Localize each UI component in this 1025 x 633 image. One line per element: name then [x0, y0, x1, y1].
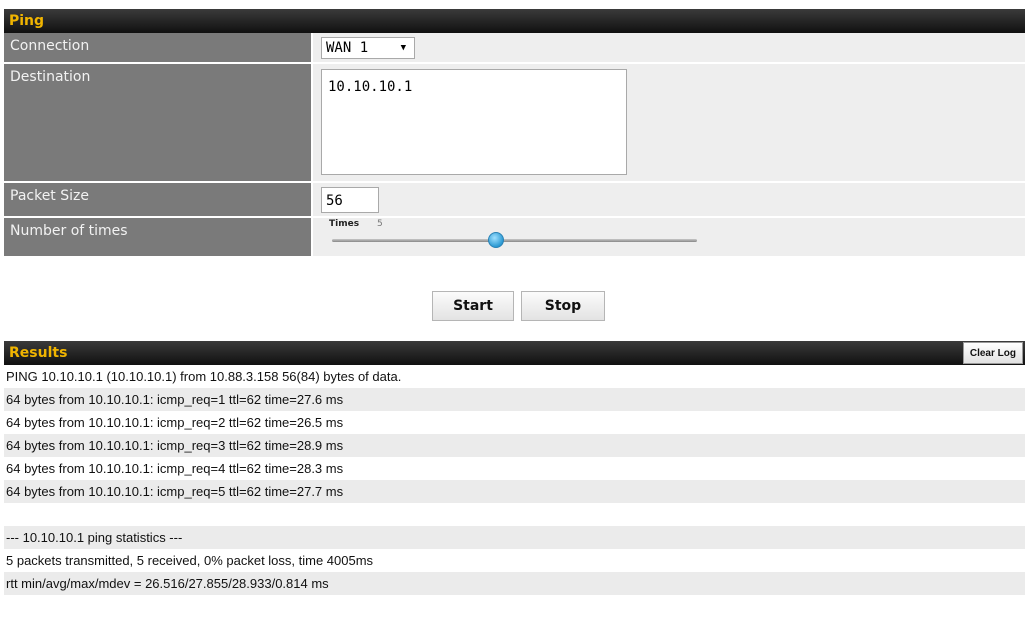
- dropdown-arrow-icon: ▼: [400, 43, 406, 53]
- result-line: 64 bytes from 10.10.10.1: icmp_req=1 ttl…: [4, 388, 1025, 411]
- destination-row: Destination 10.10.10.1: [4, 64, 1025, 183]
- destination-label: Destination: [4, 64, 311, 181]
- slider-value: 5: [377, 219, 383, 229]
- number-of-times-value-cell: Times 5: [311, 218, 1025, 256]
- destination-value-cell: 10.10.10.1: [311, 64, 1025, 181]
- packet-size-input[interactable]: 56: [321, 187, 379, 213]
- ping-header: Ping: [4, 9, 1025, 33]
- result-line: 64 bytes from 10.10.10.1: icmp_req=2 ttl…: [4, 411, 1025, 434]
- connection-value-cell: WAN 1 ▼: [311, 33, 1025, 62]
- results-header: Results Clear Log: [4, 341, 1025, 365]
- clear-log-button[interactable]: Clear Log: [962, 342, 1023, 364]
- results-title: Results: [9, 345, 68, 361]
- connection-label: Connection: [4, 33, 311, 62]
- result-line: [4, 503, 1025, 526]
- ping-panel: Ping Connection WAN 1 ▼ Destination 10.1…: [4, 9, 1025, 256]
- result-line: 64 bytes from 10.10.10.1: icmp_req=4 ttl…: [4, 457, 1025, 480]
- times-slider[interactable]: Times 5: [321, 219, 701, 252]
- number-of-times-label: Number of times: [4, 218, 311, 256]
- results-log: PING 10.10.10.1 (10.10.10.1) from 10.88.…: [4, 365, 1025, 618]
- results-panel: Results Clear Log PING 10.10.10.1 (10.10…: [4, 341, 1025, 618]
- ping-title: Ping: [9, 13, 45, 29]
- result-line: --- 10.10.10.1 ping statistics ---: [4, 526, 1025, 549]
- packet-size-row: Packet Size 56: [4, 183, 1025, 218]
- slider-handle[interactable]: [488, 232, 505, 248]
- slider-track[interactable]: [332, 239, 697, 242]
- packet-size-label: Packet Size: [4, 183, 311, 216]
- result-line: 5 packets transmitted, 5 received, 0% pa…: [4, 549, 1025, 572]
- action-buttons: Start Stop: [432, 291, 605, 321]
- result-line: 64 bytes from 10.10.10.1: icmp_req=5 ttl…: [4, 480, 1025, 503]
- packet-size-value-cell: 56: [311, 183, 1025, 216]
- connection-row: Connection WAN 1 ▼: [4, 33, 1025, 64]
- destination-textarea[interactable]: 10.10.10.1: [321, 69, 627, 175]
- connection-select[interactable]: WAN 1 ▼: [321, 37, 415, 59]
- slider-label: Times: [329, 219, 360, 229]
- result-line: rtt min/avg/max/mdev = 26.516/27.855/28.…: [4, 572, 1025, 595]
- stop-button[interactable]: Stop: [521, 291, 605, 321]
- result-line: PING 10.10.10.1 (10.10.10.1) from 10.88.…: [4, 365, 1025, 388]
- connection-selected-value: WAN 1: [326, 40, 369, 56]
- result-line: 64 bytes from 10.10.10.1: icmp_req=3 ttl…: [4, 434, 1025, 457]
- start-button[interactable]: Start: [432, 291, 514, 321]
- result-line: [4, 595, 1025, 618]
- number-of-times-row: Number of times Times 5: [4, 218, 1025, 256]
